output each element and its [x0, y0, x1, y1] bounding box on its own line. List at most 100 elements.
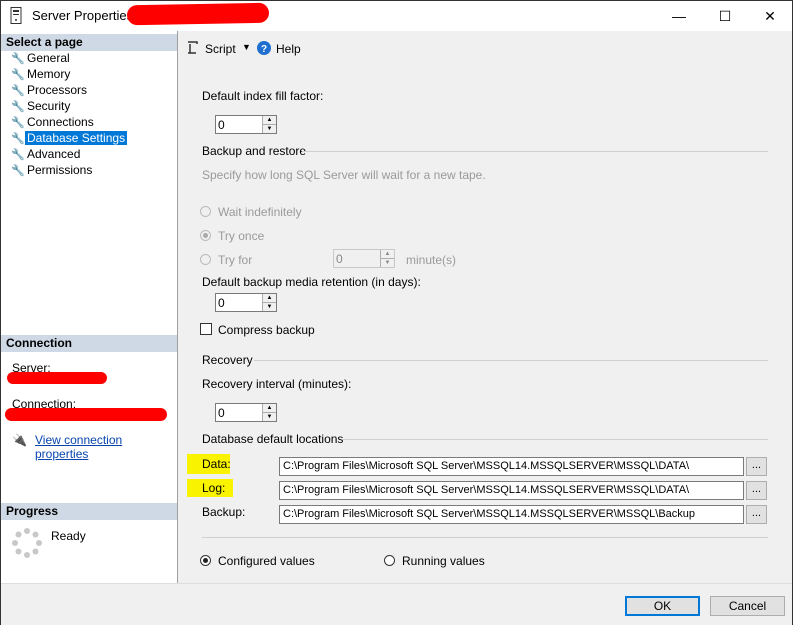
- page-item-database-settings[interactable]: 🔧 Database Settings: [11, 131, 128, 146]
- recovery-interval-value: 0: [218, 406, 225, 420]
- recovery-interval-input[interactable]: 0 ▲ ▼: [215, 403, 277, 422]
- backup-restore-group: Backup and restore: [202, 144, 768, 158]
- title-bar: Server Properties - — ☐ ✕: [1, 1, 792, 31]
- try-for-label: Try for: [218, 253, 253, 267]
- configured-values-radio[interactable]: [200, 555, 211, 566]
- select-page-header: Select a page: [1, 34, 177, 51]
- wrench-icon: 🔧: [11, 53, 25, 65]
- divider: [342, 439, 768, 440]
- page-item-connections[interactable]: 🔧 Connections: [11, 115, 96, 130]
- page-item-memory[interactable]: 🔧 Memory: [11, 67, 72, 82]
- page-item-processors[interactable]: 🔧 Processors: [11, 83, 89, 98]
- cancel-button[interactable]: Cancel: [710, 596, 785, 616]
- redaction-mark: [7, 372, 107, 384]
- wrench-icon: 🔧: [11, 165, 25, 177]
- try-for-input[interactable]: 0 ▲ ▼: [333, 249, 395, 268]
- log-label: Log:: [202, 481, 226, 495]
- retention-spinner[interactable]: ▲ ▼: [262, 294, 276, 311]
- wrench-icon: 🔧: [11, 149, 25, 161]
- recovery-heading: Recovery: [202, 353, 253, 367]
- try-for-value: 0: [336, 252, 343, 266]
- divider: [254, 360, 768, 361]
- page-item-permissions[interactable]: 🔧 Permissions: [11, 163, 94, 178]
- sidebar: Select a page 🔧 General 🔧 Memory 🔧 Processo…: [1, 31, 178, 583]
- recovery-interval-label: Recovery interval (minutes):: [202, 377, 352, 391]
- compress-backup-checkbox[interactable]: [200, 323, 212, 335]
- server-properties-window: Server Properties - — ☐ ✕ Select a page …: [0, 0, 793, 625]
- window-title: Server Properties -: [32, 8, 142, 23]
- backup-restore-heading: Backup and restore: [202, 144, 307, 158]
- database-settings-panel: Default index fill factor: 0 ▲ ▼ Backup a…: [178, 67, 792, 583]
- page-item-label: Processors: [27, 83, 88, 97]
- try-for-radio[interactable]: [200, 254, 211, 265]
- server-icon: [10, 7, 22, 24]
- maximize-button[interactable]: ☐: [702, 1, 748, 31]
- locations-heading: Database default locations: [202, 432, 344, 446]
- backup-path-input[interactable]: C:\Program Files\Microsoft SQL Server\MS…: [279, 505, 744, 524]
- page-item-label: General: [27, 51, 70, 65]
- backup-label: Backup:: [202, 505, 246, 519]
- data-browse-button[interactable]: ...: [746, 457, 767, 476]
- log-browse-button[interactable]: ...: [746, 481, 767, 500]
- fill-factor-spinner[interactable]: ▲ ▼: [262, 116, 276, 133]
- configured-values-label: Configured values: [218, 554, 315, 568]
- page-item-label: Connections: [27, 115, 94, 129]
- fill-factor-input[interactable]: 0 ▲ ▼: [215, 115, 277, 134]
- progress-spinner-icon: [12, 528, 42, 558]
- dialog-footer: OK Cancel: [1, 583, 792, 625]
- page-item-label: Database Settings: [25, 131, 128, 145]
- wrench-icon: 🔧: [11, 133, 25, 145]
- backup-browse-button[interactable]: ...: [746, 505, 767, 524]
- fill-factor-value: 0: [218, 118, 225, 132]
- divider: [302, 151, 768, 152]
- fill-factor-label: Default index fill factor:: [202, 89, 324, 103]
- script-label: Script: [205, 42, 236, 56]
- page-item-advanced[interactable]: 🔧 Advanced: [11, 147, 82, 162]
- try-for-spinner[interactable]: ▲ ▼: [380, 250, 394, 267]
- wait-indefinitely-label: Wait indefinitely: [218, 205, 302, 219]
- view-connection-properties-link[interactable]: View connection properties: [35, 433, 177, 461]
- recovery-interval-spinner[interactable]: ▲ ▼: [262, 404, 276, 421]
- page-item-security[interactable]: 🔧 Security: [11, 99, 72, 114]
- recovery-group: Recovery: [202, 353, 768, 367]
- wrench-icon: 🔧: [11, 117, 25, 129]
- try-once-radio[interactable]: [200, 230, 211, 241]
- data-path-input[interactable]: C:\Program Files\Microsoft SQL Server\MS…: [279, 457, 744, 476]
- page-item-label: Advanced: [27, 147, 81, 161]
- connection-header: Connection: [1, 335, 177, 352]
- backup-description: Specify how long SQL Server will wait fo…: [202, 168, 486, 182]
- chevron-down-icon[interactable]: ▼: [242, 42, 251, 52]
- retention-input[interactable]: 0 ▲ ▼: [215, 293, 277, 312]
- page-item-label: Memory: [27, 67, 71, 81]
- wait-indefinitely-radio[interactable]: [200, 206, 211, 217]
- plug-icon: 🔌: [12, 433, 27, 447]
- try-once-label: Try once: [218, 229, 265, 243]
- help-icon: ?: [257, 41, 271, 55]
- wrench-icon: 🔧: [11, 85, 25, 97]
- minimize-button[interactable]: —: [656, 1, 702, 31]
- minutes-unit-label: minute(s): [406, 253, 457, 267]
- log-path-input[interactable]: C:\Program Files\Microsoft SQL Server\MS…: [279, 481, 744, 500]
- progress-header: Progress: [1, 503, 177, 520]
- wrench-icon: 🔧: [11, 69, 25, 81]
- toolbar: Script ▼ ? Help: [178, 31, 792, 67]
- page-item-label: Security: [27, 99, 71, 113]
- compress-backup-label: Compress backup: [218, 323, 315, 337]
- wrench-icon: 🔧: [11, 101, 25, 113]
- page-item-general[interactable]: 🔧 General: [11, 51, 72, 66]
- retention-label: Default backup media retention (in days)…: [202, 275, 421, 289]
- locations-group: Database default locations: [202, 432, 768, 446]
- redaction-mark: [126, 2, 270, 26]
- running-values-label: Running values: [402, 554, 485, 568]
- page-item-label: Permissions: [27, 163, 93, 177]
- redaction-mark: [5, 408, 167, 421]
- script-icon: [188, 41, 198, 54]
- data-label: Data:: [202, 457, 231, 471]
- divider: [202, 537, 768, 538]
- ok-button[interactable]: OK: [625, 596, 700, 616]
- running-values-radio[interactable]: [384, 555, 395, 566]
- close-button[interactable]: ✕: [747, 1, 793, 31]
- retention-value: 0: [218, 296, 225, 310]
- help-label: Help: [276, 42, 301, 56]
- progress-status: Ready: [51, 529, 86, 543]
